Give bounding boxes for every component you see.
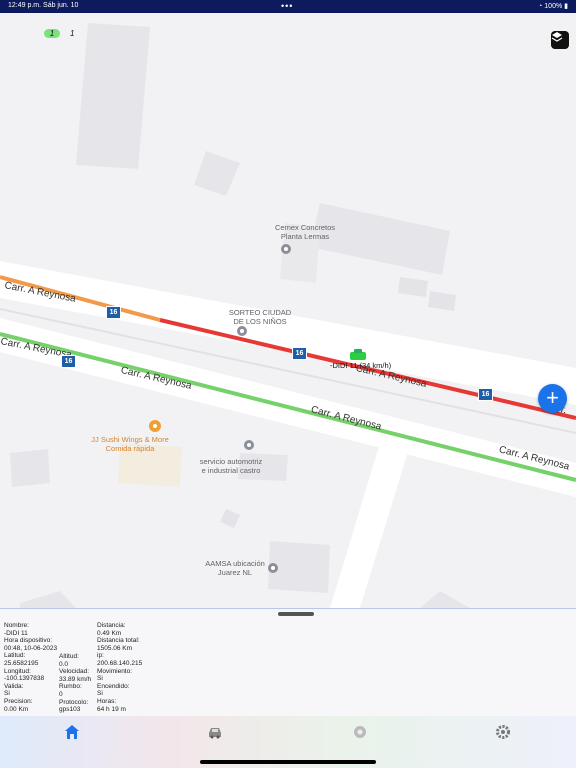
multitask-dots-icon[interactable]: ••• (281, 1, 293, 11)
battery-icon: ▮ (564, 3, 568, 10)
tab-reports[interactable] (352, 724, 368, 740)
poi-label: DE LOS NIÑOS (233, 317, 287, 326)
detail-value: 64 h 19 m (97, 705, 126, 713)
map-view[interactable]: 1 1 Cemex Concretos Planta Lermas SORTEO … (0, 13, 576, 608)
pin-icon (244, 440, 254, 450)
poi-label: Comida rápida (105, 444, 155, 453)
detail-value: -DIDI 11 (4, 629, 28, 637)
detail-value: 1505.06 Km (97, 644, 133, 652)
tab-home[interactable] (64, 724, 80, 740)
side-road (330, 443, 410, 608)
home-indicator[interactable] (200, 760, 376, 764)
poi-label: Juarez NL (217, 568, 253, 577)
highway-shield-icon: 16 (61, 355, 76, 368)
detail-value: Si (97, 690, 103, 698)
car-icon (209, 728, 221, 739)
status-right: ◔ 100% ▮ (538, 3, 568, 10)
detail-label: Distancia total: (97, 637, 140, 645)
building (194, 151, 240, 196)
poi-label: Planta Lermas (280, 232, 330, 241)
poi-label: e industrial castro (201, 466, 261, 475)
building (420, 591, 470, 608)
detail-label: Nombre: (4, 622, 29, 629)
detail-value: 00:48, 10-06-2023 (4, 644, 58, 652)
pin-icon (281, 244, 291, 254)
detail-value: 0.49 Km (97, 629, 122, 637)
poi-label: AAMSA ubicación (205, 559, 265, 568)
add-button[interactable]: + (538, 384, 567, 413)
home-icon (65, 725, 79, 739)
details-column-3: Distancia: 0.49 Km Distancia total: 1505.0… (97, 622, 182, 713)
detail-label: Horas: (97, 697, 117, 705)
poi-sorteo[interactable]: SORTEO CIUDAD DE LOS NIÑOS (220, 308, 300, 326)
detail-label: ip: (97, 652, 104, 660)
poi-sushi[interactable]: JJ Sushi Wings & More Comida rápida (80, 435, 180, 453)
pin-icon (237, 326, 247, 336)
highway-shield-icon: 16 (292, 347, 307, 360)
building (398, 277, 428, 297)
pin-icon (149, 420, 161, 432)
status-time: 12:49 p.m. Sáb jun. 10 (8, 2, 79, 9)
poi-label: JJ Sushi Wings & More (91, 435, 169, 444)
online-counter-badge: 1 (44, 29, 60, 38)
tab-settings[interactable] (495, 724, 511, 740)
status-bar: 12:49 p.m. Sáb jun. 10 ••• ◔ 100% ▮ (0, 0, 576, 13)
detail-value: 200.68.140.215 (97, 659, 143, 667)
report-icon (354, 726, 366, 738)
road-band-north (0, 261, 576, 405)
building (220, 509, 240, 528)
poi-servicio[interactable]: servicio automotriz e industrial castro (188, 457, 274, 475)
poi-label: servicio automotriz (199, 457, 263, 466)
layers-icon (551, 32, 563, 42)
detail-value: Si (97, 675, 103, 683)
layers-button[interactable] (551, 31, 569, 49)
detail-label: Hora dispositivo: (4, 637, 53, 645)
highway-shield-icon: 16 (106, 306, 121, 319)
detail-label: Distancia: (97, 622, 126, 629)
building (10, 449, 50, 487)
poi-cemex[interactable]: Cemex Concretos Planta Lermas (262, 223, 348, 241)
gear-icon (496, 725, 510, 739)
building (20, 591, 76, 608)
detail-label: Encendido: (97, 682, 130, 690)
vehicle-label[interactable]: -DIDI 11 (34 km/h) (330, 361, 391, 370)
total-counter: 1 (70, 29, 75, 38)
building (428, 291, 456, 311)
plus-icon: + (546, 385, 559, 410)
detail-label: Movimiento: (97, 667, 133, 675)
poi-label: SORTEO CIUDAD (228, 308, 292, 317)
sheet-drag-handle[interactable] (278, 612, 314, 616)
wifi-icon: ◔ (538, 3, 543, 10)
highway-shield-icon: 16 (478, 388, 493, 401)
tab-vehicles[interactable] (207, 724, 223, 740)
poi-label: Cemex Concretos (274, 223, 336, 232)
poi-aamsa[interactable]: AAMSA ubicación Juarez NL (200, 559, 270, 577)
building (76, 23, 150, 169)
